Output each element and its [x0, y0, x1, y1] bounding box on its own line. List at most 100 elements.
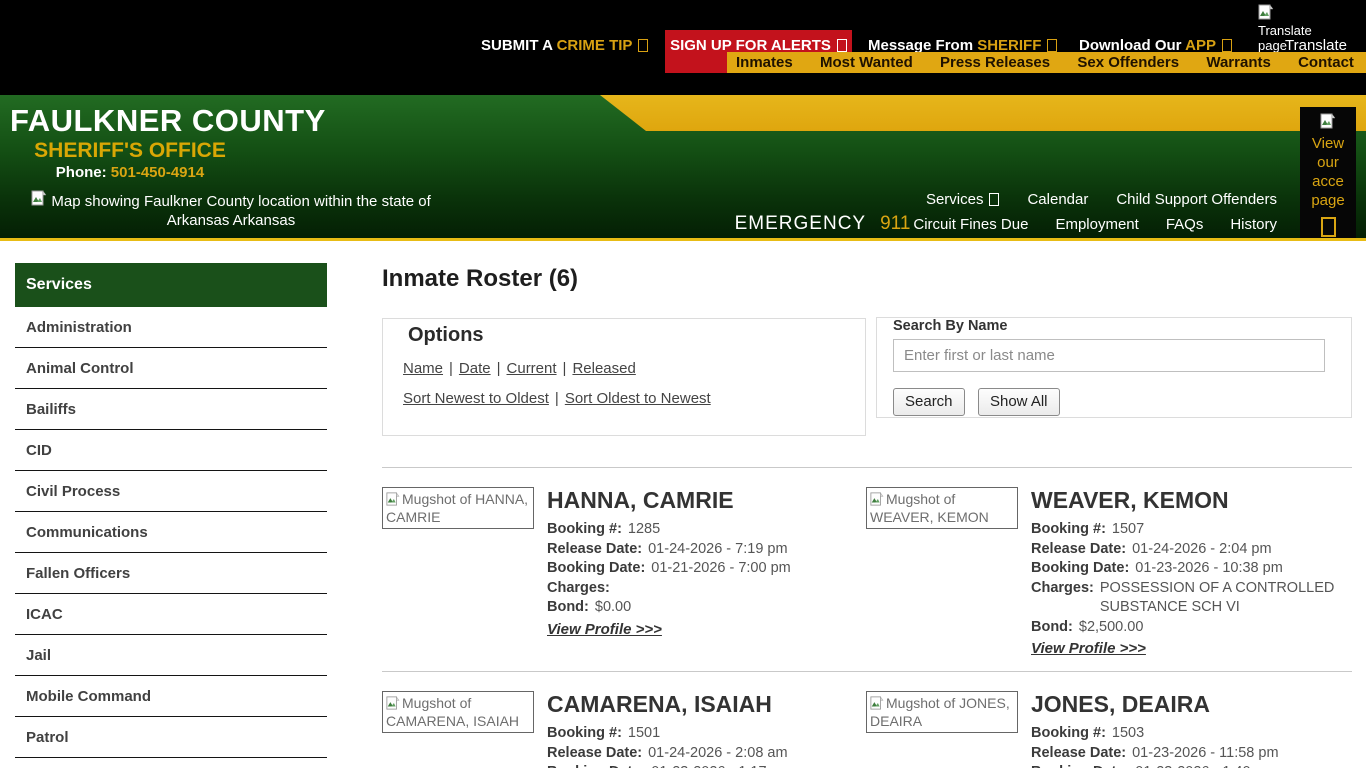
option-link-sort-oldest-to-newest[interactable]: Sort Oldest to Newest	[565, 390, 711, 407]
option-link-sort-newest-to-oldest[interactable]: Sort Newest to Oldest	[403, 390, 549, 407]
submit-crime-tip-link[interactable]: SUBMIT A CRIME TIP	[481, 37, 649, 54]
sidebar-item-jail[interactable]: Jail	[15, 635, 327, 676]
option-link-date[interactable]: Date	[459, 360, 491, 377]
inmate-card: Mugshot of CAMARENA, ISAIAH CAMARENA, ISA…	[382, 691, 862, 768]
sidebar-item-icac[interactable]: ICAC	[15, 594, 327, 635]
header-nav-row-1: Services Calendar Child Support Offenders	[926, 191, 1277, 208]
row-divider	[382, 671, 1352, 672]
missing-glyph-icon	[1320, 217, 1336, 237]
missing-glyph-icon	[989, 193, 1000, 206]
missing-glyph-icon	[1221, 39, 1232, 52]
phone-number-link[interactable]: 501-450-4914	[111, 164, 204, 181]
inmate-details: WEAVER, KEMON Booking #: 1507 Release Date:…	[1031, 487, 1346, 658]
sidebar-item-cid[interactable]: CID	[15, 430, 327, 471]
header-nav-child-support-offenders[interactable]: Child Support Offenders	[1116, 191, 1277, 208]
mugshot-broken-image: Mugshot of JONES, DEAIRA	[866, 691, 1018, 733]
field-label-booking-number: Booking #:	[547, 725, 622, 741]
header-nav-employment[interactable]: Employment	[1055, 216, 1138, 233]
field-value-release-date: 01-24-2026 - 2:08 am	[648, 744, 788, 761]
sidebar-item-communications[interactable]: Communications	[15, 512, 327, 553]
mugshot-alt-text: Mugshot of CAMARENA, ISAIAH	[386, 695, 520, 729]
link-separator: |	[554, 390, 559, 407]
sidebar-item-mobile-command[interactable]: Mobile Command	[15, 676, 327, 717]
goldnav-item-contact[interactable]: Contact	[1298, 54, 1354, 71]
sidebar-item-fallen-officers[interactable]: Fallen Officers	[15, 553, 327, 594]
search-input[interactable]	[893, 339, 1325, 372]
top-utility-bar: SUBMIT A CRIME TIP SIGN UP FOR ALERTS Me…	[0, 0, 1366, 95]
missing-glyph-icon	[638, 39, 649, 52]
submit-crime-tip-prefix: SUBMIT A	[481, 37, 553, 54]
search-buttons-row: Search Show All	[893, 388, 1069, 416]
inmate-field-booking-number: Booking #: 1285	[547, 520, 862, 540]
inmate-name-link[interactable]: HANNA, CAMRIE	[547, 487, 862, 514]
field-value-bond: $2,500.00	[1078, 618, 1144, 635]
sidebar-item-patrol[interactable]: Patrol	[15, 717, 327, 758]
inmate-field-charges: Charges: POSSESSION OF A CONTROLLED SUBST…	[1031, 579, 1346, 618]
sidebar-header-services: Services	[15, 263, 327, 307]
option-link-name[interactable]: Name	[403, 360, 443, 377]
primary-nav-bar: Inmates Most Wanted Press Releases Sex Offe…	[727, 52, 1366, 73]
broken-image-icon	[1320, 113, 1336, 129]
missing-glyph-icon	[1047, 39, 1058, 52]
view-profile-link[interactable]: View Profile >>>	[547, 621, 662, 638]
option-link-released[interactable]: Released	[572, 360, 635, 377]
page: SUBMIT A CRIME TIP SIGN UP FOR ALERTS Me…	[0, 0, 1366, 768]
inmate-details: CAMARENA, ISAIAH Booking #: 1501 Release Da…	[547, 691, 862, 768]
view-profile-link[interactable]: View Profile >>>	[1031, 640, 1146, 657]
gold-banner-stripe	[600, 95, 1366, 131]
mugshot-alt-text: Mugshot of JONES, DEAIRA	[870, 695, 1010, 729]
link-separator: |	[562, 360, 567, 377]
mugshot-broken-image: Mugshot of WEAVER, KEMON	[866, 487, 1018, 529]
sidebar-item-civil-process[interactable]: Civil Process	[15, 471, 327, 512]
search-button[interactable]: Search	[893, 388, 965, 416]
header-nav-services[interactable]: Services	[926, 191, 1000, 208]
sort-links-row: Sort Newest to Oldest | Sort Oldest to New…	[403, 390, 865, 407]
show-all-button[interactable]: Show All	[977, 388, 1060, 416]
inmate-card: Mugshot of WEAVER, KEMON WEAVER, KEMON Boo…	[866, 487, 1346, 658]
broken-image-icon	[870, 492, 884, 506]
inmate-field-booking-number: Booking #: 1507	[1031, 520, 1346, 540]
header-nav-circuit-fines-due[interactable]: Circuit Fines Due	[913, 216, 1028, 233]
broken-image-icon	[386, 492, 400, 506]
field-label-booking-number: Booking #:	[1031, 725, 1106, 741]
field-label-booking-date: Booking Date:	[1031, 560, 1130, 576]
option-link-current[interactable]: Current	[507, 360, 557, 377]
header-nav-faqs[interactable]: FAQs	[1166, 216, 1204, 233]
inmate-name-link[interactable]: CAMARENA, ISAIAH	[547, 691, 862, 718]
missing-glyph-icon	[836, 39, 847, 52]
goldnav-item-inmates[interactable]: Inmates	[736, 54, 793, 71]
field-value-release-date: 01-24-2026 - 2:04 pm	[1132, 540, 1272, 557]
sidebar-item-photos[interactable]: Photos	[15, 758, 327, 768]
link-separator: |	[449, 360, 453, 377]
field-value-release-date: 01-24-2026 - 7:19 pm	[648, 540, 788, 557]
goldnav-item-press-releases[interactable]: Press Releases	[940, 54, 1050, 71]
field-value-booking-number: 1503	[1111, 725, 1145, 741]
broken-image-icon	[31, 190, 47, 206]
field-label-release-date: Release Date:	[1031, 744, 1127, 761]
field-label-booking-number: Booking #:	[1031, 521, 1106, 537]
accessibility-widget[interactable]: View our acce page	[1300, 107, 1356, 240]
inmate-name-link[interactable]: WEAVER, KEMON	[1031, 487, 1346, 514]
goldnav-item-most-wanted[interactable]: Most Wanted	[820, 54, 913, 71]
header-nav-calendar[interactable]: Calendar	[1027, 191, 1088, 208]
header-nav-history[interactable]: History	[1230, 216, 1277, 233]
map-alt-text: Map showing Faulkner County location wit…	[51, 193, 431, 229]
emergency-label: EMERGENCY	[734, 213, 867, 234]
goldnav-item-warrants[interactable]: Warrants	[1206, 54, 1270, 71]
field-label-release-date: Release Date:	[547, 540, 643, 557]
field-value-booking-number: 1507	[1111, 521, 1145, 537]
inmate-name-link[interactable]: JONES, DEAIRA	[1031, 691, 1346, 718]
options-title: Options	[408, 324, 484, 346]
sidebar-item-bailiffs[interactable]: Bailiffs	[15, 389, 327, 430]
inmate-field-release-date: Release Date: 01-24-2026 - 2:04 pm	[1031, 540, 1346, 560]
sidebar-item-animal-control[interactable]: Animal Control	[15, 348, 327, 389]
inmate-field-bond: Bond: $2,500.00	[1031, 618, 1346, 638]
mugshot-alt-text: Mugshot of HANNA, CAMRIE	[386, 491, 529, 525]
filter-links-row: Name | Date | Current | Released	[403, 360, 865, 377]
inmate-card: Mugshot of HANNA, CAMRIE HANNA, CAMRIE Boo…	[382, 487, 862, 639]
goldnav-item-sex-offenders[interactable]: Sex Offenders	[1077, 54, 1179, 71]
inmate-field-bond: Bond: $0.00	[547, 598, 862, 618]
gold-divider-line	[0, 238, 1366, 241]
field-value-booking-date: 01-23-2026 - 10:38 pm	[1135, 560, 1283, 576]
sidebar-item-administration[interactable]: Administration	[15, 307, 327, 348]
